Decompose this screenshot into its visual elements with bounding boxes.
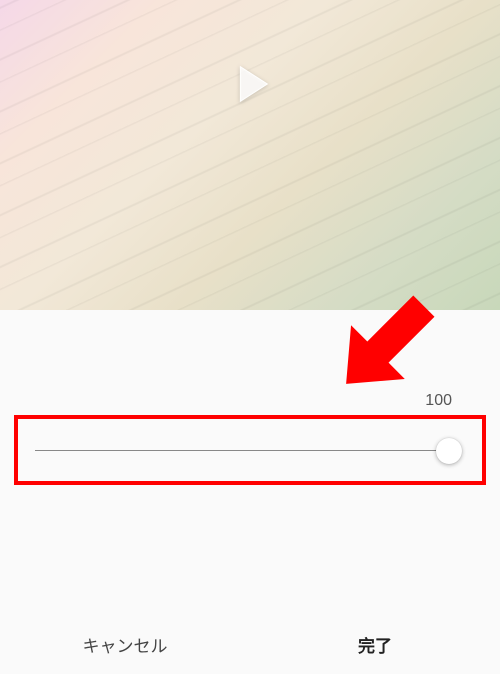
- slider-thumb[interactable]: [436, 438, 462, 464]
- video-preview: [0, 0, 500, 310]
- slider-value-label: 100: [425, 392, 452, 410]
- cancel-button[interactable]: キャンセル: [0, 614, 250, 674]
- preview-background: [0, 0, 500, 310]
- play-icon: [221, 55, 279, 113]
- done-button[interactable]: 完了: [250, 614, 500, 674]
- slider-track[interactable]: [35, 450, 450, 451]
- controls-panel: 100 キャンセル 完了: [0, 310, 500, 674]
- action-bar: キャンセル 完了: [0, 614, 500, 674]
- play-button[interactable]: [221, 55, 279, 113]
